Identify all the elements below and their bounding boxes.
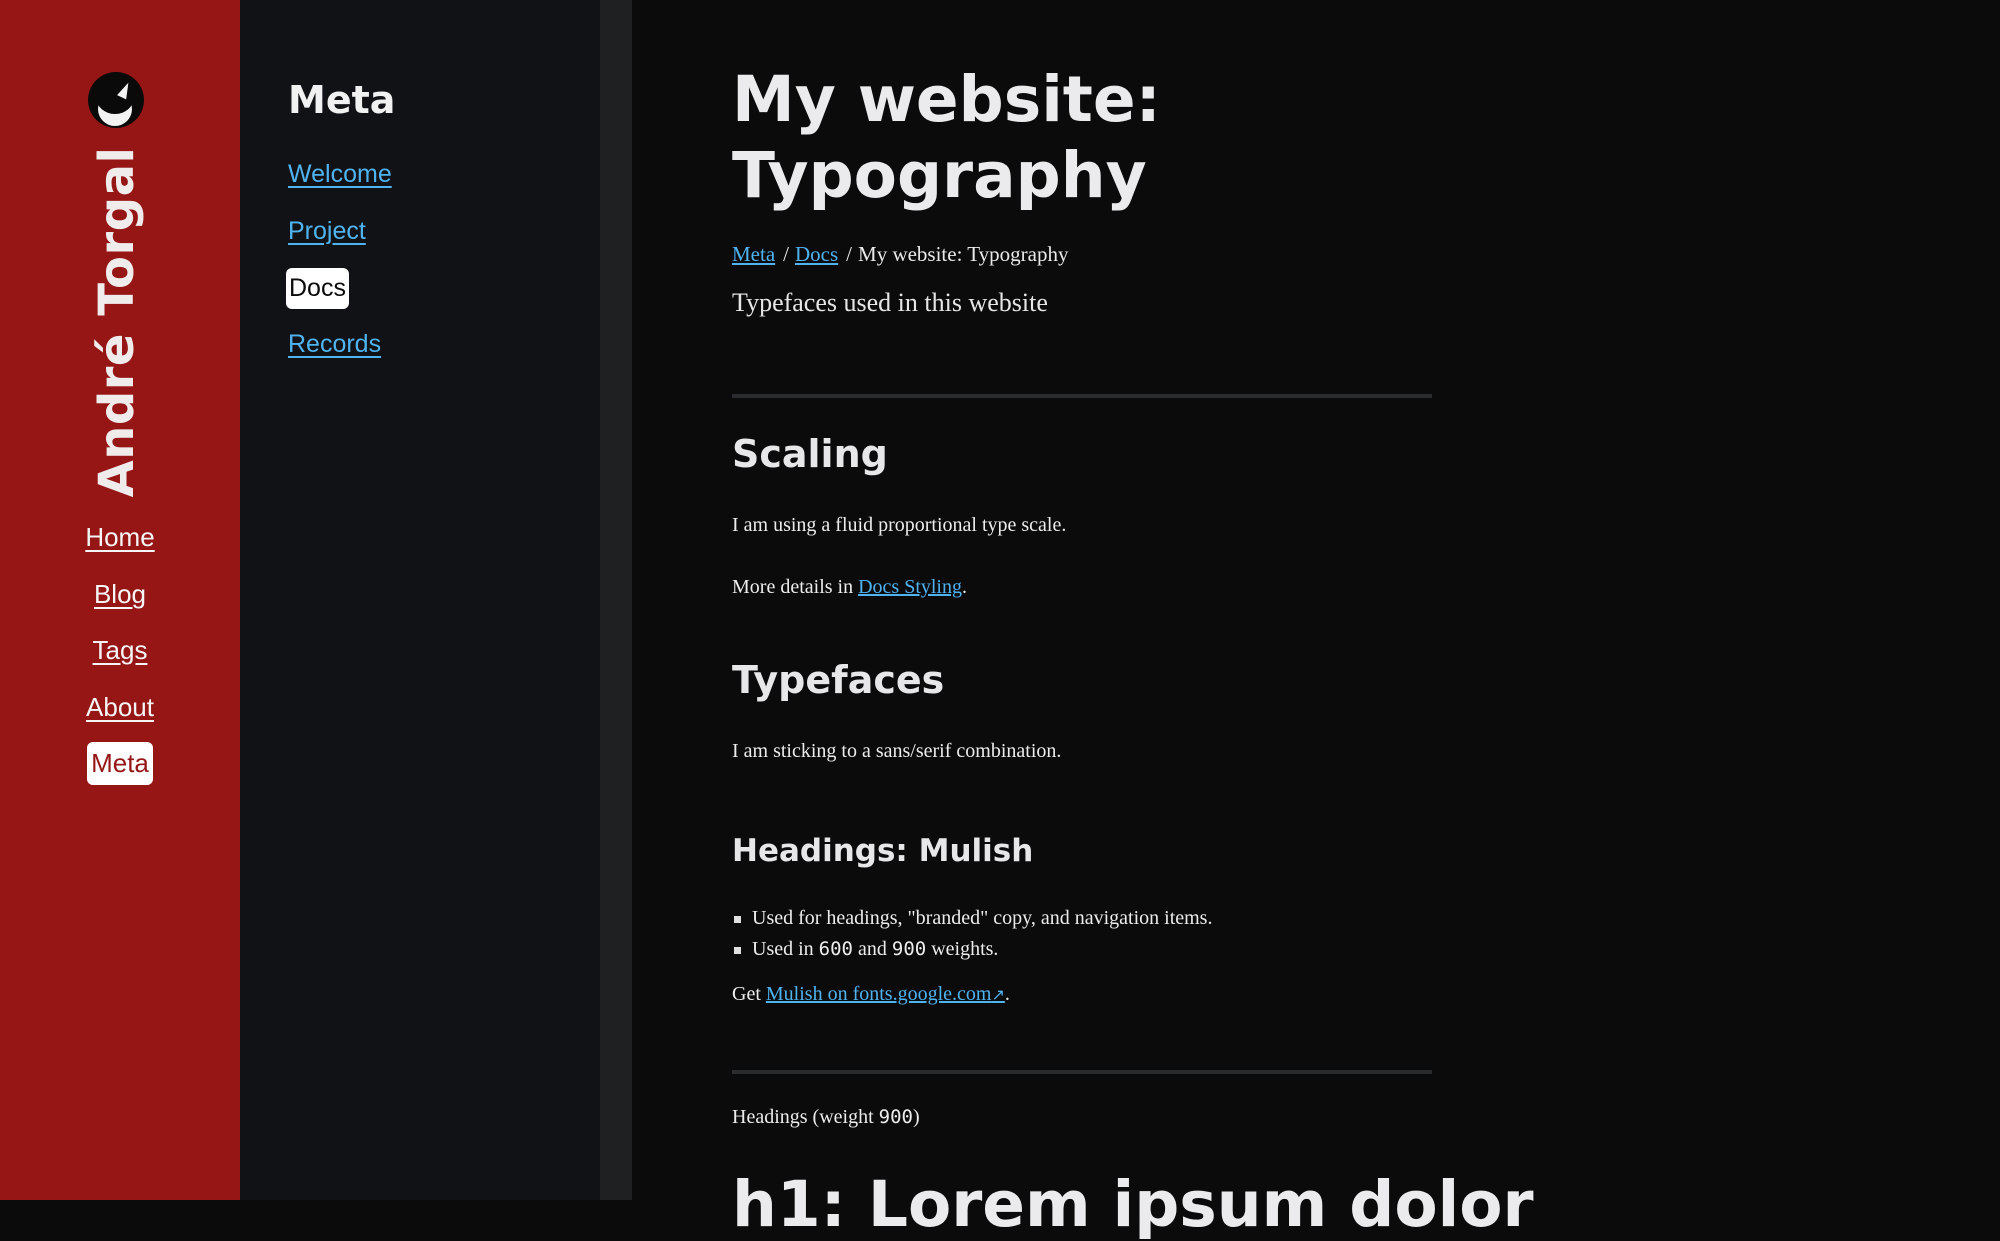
- get-mulish-line: Get Mulish on fonts.google.com↗.: [732, 983, 1010, 1006]
- section-divider: [732, 394, 1432, 398]
- list-item: Used in 600 and 900 weights.: [732, 934, 1212, 965]
- subnav-item-records[interactable]: Records: [288, 330, 381, 359]
- breadcrumb-link-meta[interactable]: Meta: [732, 242, 775, 266]
- nav-item-about[interactable]: About: [0, 692, 240, 723]
- breadcrumb-current: My website: Typography: [858, 242, 1069, 266]
- nav-item-tags[interactable]: Tags: [0, 635, 240, 666]
- list-item: Used for headings, "branded" copy, and n…: [732, 903, 1212, 934]
- bullet-2-suffix: weights.: [926, 938, 999, 960]
- mulish-bullet-list: Used for headings, "branded" copy, and n…: [732, 903, 1212, 965]
- breadcrumb: Meta / Docs / My website: Typography: [732, 242, 1068, 267]
- breadcrumb-separator: /: [783, 242, 789, 266]
- site-logo-icon[interactable]: [88, 72, 144, 128]
- h1-sample-heading: h1: Lorem ipsum dolor: [732, 1168, 1534, 1241]
- heading-typefaces: Typefaces: [732, 658, 945, 702]
- scaling-paragraph: I am using a fluid proportional type sca…: [732, 514, 1067, 536]
- site-name[interactable]: André Torgal: [89, 147, 145, 498]
- site-sidebar: André Torgal Home Blog Tags About Meta: [0, 0, 240, 1200]
- subnav-item-welcome[interactable]: Welcome: [288, 160, 392, 189]
- nav-item-meta-label: Meta: [87, 742, 153, 785]
- bullet-2-mid: and: [853, 938, 892, 960]
- get-suffix: .: [1004, 983, 1010, 1005]
- section-sidebar-title: Meta: [288, 78, 396, 122]
- weight-900-code: 900: [878, 1106, 913, 1128]
- demo-label-suffix: ): [912, 1106, 920, 1128]
- scrollbar-track[interactable]: [600, 0, 632, 1200]
- external-link-icon: ↗: [991, 985, 1005, 1004]
- demo-label-prefix: Headings (weight: [732, 1106, 879, 1128]
- page-title: My website: Typography: [732, 63, 1161, 212]
- page-subtitle: Typefaces used in this website: [732, 288, 1048, 317]
- docs-styling-link[interactable]: Docs Styling: [858, 576, 962, 598]
- weight-600-code: 600: [818, 938, 853, 960]
- section-sidebar: Meta Welcome Project Docs Records: [240, 0, 600, 1200]
- get-prefix: Get: [732, 983, 766, 1005]
- typefaces-paragraph: I am sticking to a sans/serif combinatio…: [732, 740, 1062, 762]
- nav-item-home[interactable]: Home: [0, 522, 240, 553]
- breadcrumb-link-docs[interactable]: Docs: [795, 242, 838, 266]
- nav-item-meta[interactable]: Meta: [0, 742, 240, 785]
- subnav-item-project[interactable]: Project: [288, 217, 366, 246]
- mulish-fonts-link[interactable]: Mulish on fonts.google.com↗: [766, 983, 1005, 1005]
- subnav-item-docs[interactable]: Docs: [286, 268, 349, 309]
- heading-scaling: Scaling: [732, 432, 888, 476]
- mulish-fonts-link-label: Mulish on fonts.google.com: [765, 983, 992, 1005]
- heading-headings-mulish: Headings: Mulish: [732, 833, 1034, 869]
- bullet-2-prefix: Used in: [752, 938, 819, 960]
- nav-item-blog[interactable]: Blog: [0, 579, 240, 610]
- scaling-details-prefix: More details in: [732, 576, 859, 598]
- section-divider: [732, 1070, 1432, 1074]
- breadcrumb-separator: /: [846, 242, 853, 266]
- scaling-details-suffix: .: [962, 576, 967, 598]
- demo-label: Headings (weight 900): [732, 1106, 920, 1129]
- scaling-details: More details in Docs Styling.: [732, 576, 967, 599]
- weight-900-code: 900: [891, 938, 927, 960]
